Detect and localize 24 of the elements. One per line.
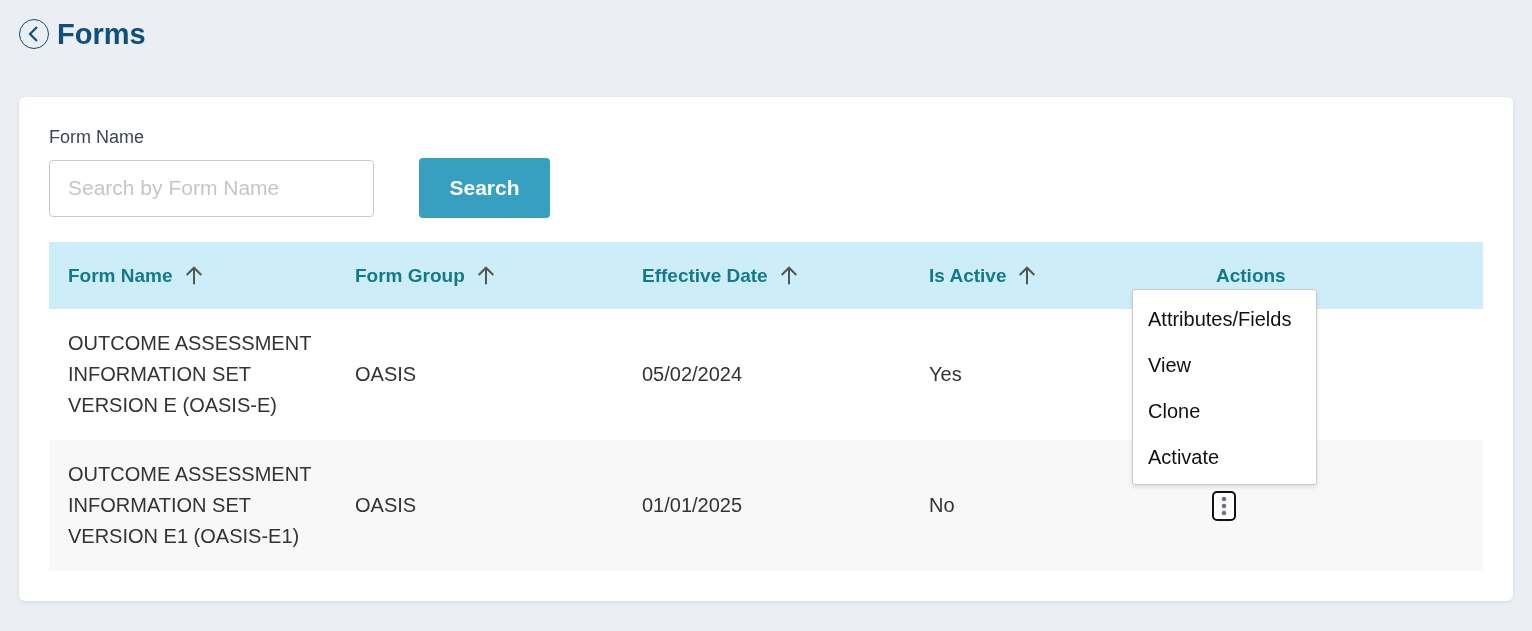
column-header[interactable]: Effective Date (642, 264, 768, 287)
search-button[interactable]: Search (419, 158, 550, 218)
field-label: Form Name (49, 127, 145, 148)
menu-item[interactable]: Attributes/Fields (1133, 296, 1316, 342)
chevron-left-icon (28, 26, 40, 42)
more-options-button[interactable] (1212, 490, 1236, 521)
column-header[interactable]: Form Name (68, 264, 173, 287)
table-cell-text: OUTCOME ASSESSMENT INFORMATION SET VERSION E (OASIS-E) (68, 331, 312, 418)
table-cell-text: OUTCOME ASSESSMENT INFORMATION SET VERSION E1 (OASIS-E1) (68, 462, 312, 549)
table-cell-text: OASIS (355, 493, 417, 518)
table-cell-text: 05/02/2024 (642, 362, 743, 387)
page-title: Forms (57, 17, 146, 51)
table-cell-text: Yes (929, 362, 962, 387)
table-cell-text: No (929, 493, 955, 518)
menu-item[interactable]: Clone (1133, 388, 1316, 434)
vertical-dots-icon (1221, 495, 1227, 516)
table-cell-text: 01/01/2025 (642, 493, 743, 518)
table-cell-text: OASIS (355, 362, 417, 387)
menu-item[interactable]: Activate (1133, 434, 1316, 480)
column-header[interactable]: Is Active (929, 264, 1007, 287)
search-field[interactable]: Search by Form Name (49, 159, 374, 217)
column-header[interactable]: Actions (1216, 264, 1286, 287)
menu-item[interactable]: View (1133, 342, 1316, 388)
column-header[interactable]: Form Group (355, 264, 465, 287)
